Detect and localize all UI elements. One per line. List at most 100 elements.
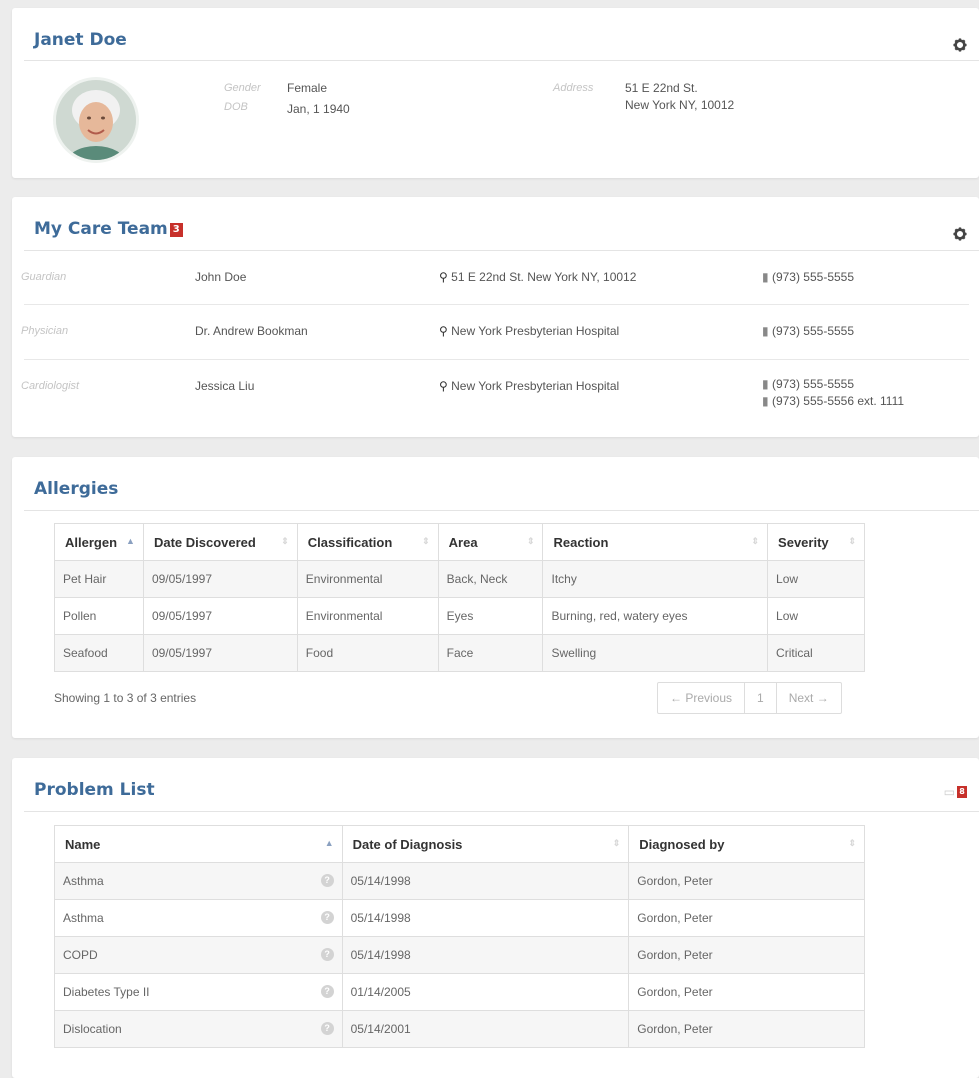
column-header-severity[interactable]: Severity ⇕ [767,523,865,561]
table-header-row: Allergen ▲ Date Discovered ⇕ Classificatio… [54,523,865,561]
table-row[interactable]: Asthma? 05/14/1998 Gordon, Peter [54,899,865,937]
member-phone: ▮ (973) 555-5555 [762,270,854,284]
question-icon[interactable]: ? [320,911,334,924]
problem-name: Diabetes Type II [63,985,150,999]
column-header-label: Area [448,534,478,550]
column-header-date-of-diagnosis[interactable]: Date of Diagnosis ⇕ [341,825,630,863]
table-row[interactable]: Diabetes Type II? 01/14/2005 Gordon, Pet… [54,973,865,1011]
column-header-label: Date Discovered [153,534,256,550]
previous-button[interactable]: ← Previous [658,683,746,713]
question-icon[interactable]: ? [320,874,334,887]
question-icon[interactable]: ? [320,1022,334,1035]
problem-list-panel: Problem List ▭ 8 Name ▲ Date of Diagnosis ⇕… [12,758,979,1078]
problem-name: Dislocation [63,1022,122,1036]
patient-name: Janet Doe [34,30,127,50]
gear-icon[interactable] [953,227,967,241]
gender-value: Female [287,81,328,95]
table-cell: Low [767,597,865,635]
gear-icon[interactable] [953,38,967,52]
next-button[interactable]: Next → [777,683,841,713]
member-phone: ▮ (973) 555-5555 [762,377,854,391]
sort-icon: ⇕ [422,536,430,546]
problem-list-table: Name ▲ Date of Diagnosis ⇕ Diagnosed by ⇕ A… [54,825,865,1048]
member-location-text: 51 E 22nd St. New York NY, 10012 [451,270,637,284]
column-header-allergen[interactable]: Allergen ▲ [54,523,144,561]
divider [24,359,969,360]
member-role: Physician [21,325,69,337]
divider [24,811,979,812]
divider [24,510,979,511]
table-cell: Food [296,634,439,672]
problem-name: Asthma [63,911,104,925]
table-cell: Gordon, Peter [628,899,865,937]
sort-icon: ⇕ [612,838,621,848]
table-cell: 01/14/2005 [341,973,630,1011]
sort-icon: ⇕ [526,536,535,546]
comment-indicator[interactable]: ▭ 8 [944,784,967,799]
column-header-label: Allergen [65,534,118,550]
column-header-area[interactable]: Area ⇕ [437,523,544,561]
phone-icon: ▮ [762,377,769,391]
column-header-label: Date of Diagnosis [352,836,463,852]
member-role: Guardian [21,271,67,283]
page-1-button[interactable]: 1 [745,683,777,713]
care-team-panel: My Care Team 3 Guardian John Doe ⚲ 51 E 2… [12,197,979,437]
table-cell: Gordon, Peter [628,1010,865,1048]
member-phone-text: (973) 555-5555 [771,377,855,391]
table-cell: COPD? [54,936,343,974]
column-header-name[interactable]: Name ▲ [54,825,343,863]
member-location: ⚲ 51 E 22nd St. New York NY, 10012 [439,270,636,284]
sort-asc-icon: ▲ [324,838,334,848]
table-cell: 09/05/1997 [142,560,298,598]
avatar [56,80,136,160]
table-row[interactable]: Asthma? 05/14/1998 Gordon, Peter [54,862,865,900]
map-pin-icon: ⚲ [439,379,448,393]
patient-panel: Janet Doe Gender Female DOB Jan, 1 1940 … [12,8,979,178]
table-cell: Back, Neck [437,560,544,598]
phone-icon: ▮ [762,394,769,408]
table-cell: Dislocation? [54,1010,343,1048]
table-row[interactable]: Seafood 09/05/1997 Food Face Swelling Cr… [54,634,865,672]
sort-icon: ⇕ [848,838,856,848]
member-phone: ▮ (973) 555-5556 ext. 1111 [762,394,904,408]
table-cell: Gordon, Peter [628,936,865,974]
dob-label: DOB [224,101,248,113]
table-cell: Asthma? [54,862,343,900]
table-cell: Asthma? [54,899,343,937]
address-line2: New York NY, 10012 [625,98,735,112]
column-header-reaction[interactable]: Reaction ⇕ [542,523,769,561]
member-location: ⚲ New York Presbyterian Hospital [439,379,619,393]
care-team-title-text: My Care Team [34,219,168,239]
member-phone-text: (973) 555-5555 [771,324,855,338]
member-name[interactable]: Jessica Liu [195,379,254,393]
table-cell: Gordon, Peter [628,973,865,1011]
divider [24,304,969,305]
question-icon[interactable]: ? [320,985,334,998]
dob-value: Jan, 1 1940 [287,102,350,116]
table-row[interactable]: Pet Hair 09/05/1997 Environmental Back, … [54,560,865,598]
table-cell: 05/14/2001 [341,1010,630,1048]
pagination: ← Previous 1 Next → [657,682,842,714]
table-cell: Eyes [437,597,544,635]
table-row[interactable]: COPD? 05/14/1998 Gordon, Peter [54,936,865,974]
column-header-classification[interactable]: Classification ⇕ [296,523,439,561]
member-role: Cardiologist [21,380,80,392]
table-cell: Environmental [296,597,439,635]
address-label: Address [553,82,594,94]
table-info: Showing 1 to 3 of 3 entries [54,691,197,705]
table-row[interactable]: Dislocation? 05/14/2001 Gordon, Peter [54,1010,865,1048]
table-cell: Itchy [542,560,769,598]
column-header-diagnosed-by[interactable]: Diagnosed by ⇕ [628,825,865,863]
table-header-row: Name ▲ Date of Diagnosis ⇕ Diagnosed by ⇕ [54,825,865,863]
divider [24,60,979,61]
question-icon[interactable]: ? [320,948,334,961]
sort-asc-icon: ▲ [126,536,135,546]
map-pin-icon: ⚲ [439,270,448,284]
member-name[interactable]: Dr. Andrew Bookman [195,324,308,338]
member-name[interactable]: John Doe [195,270,246,284]
problem-list-title: Problem List [34,780,155,800]
column-header-label: Name [65,836,101,852]
table-row[interactable]: Pollen 09/05/1997 Environmental Eyes Bur… [54,597,865,635]
column-header-date-discovered[interactable]: Date Discovered ⇕ [142,523,298,561]
table-cell: Gordon, Peter [628,862,865,900]
